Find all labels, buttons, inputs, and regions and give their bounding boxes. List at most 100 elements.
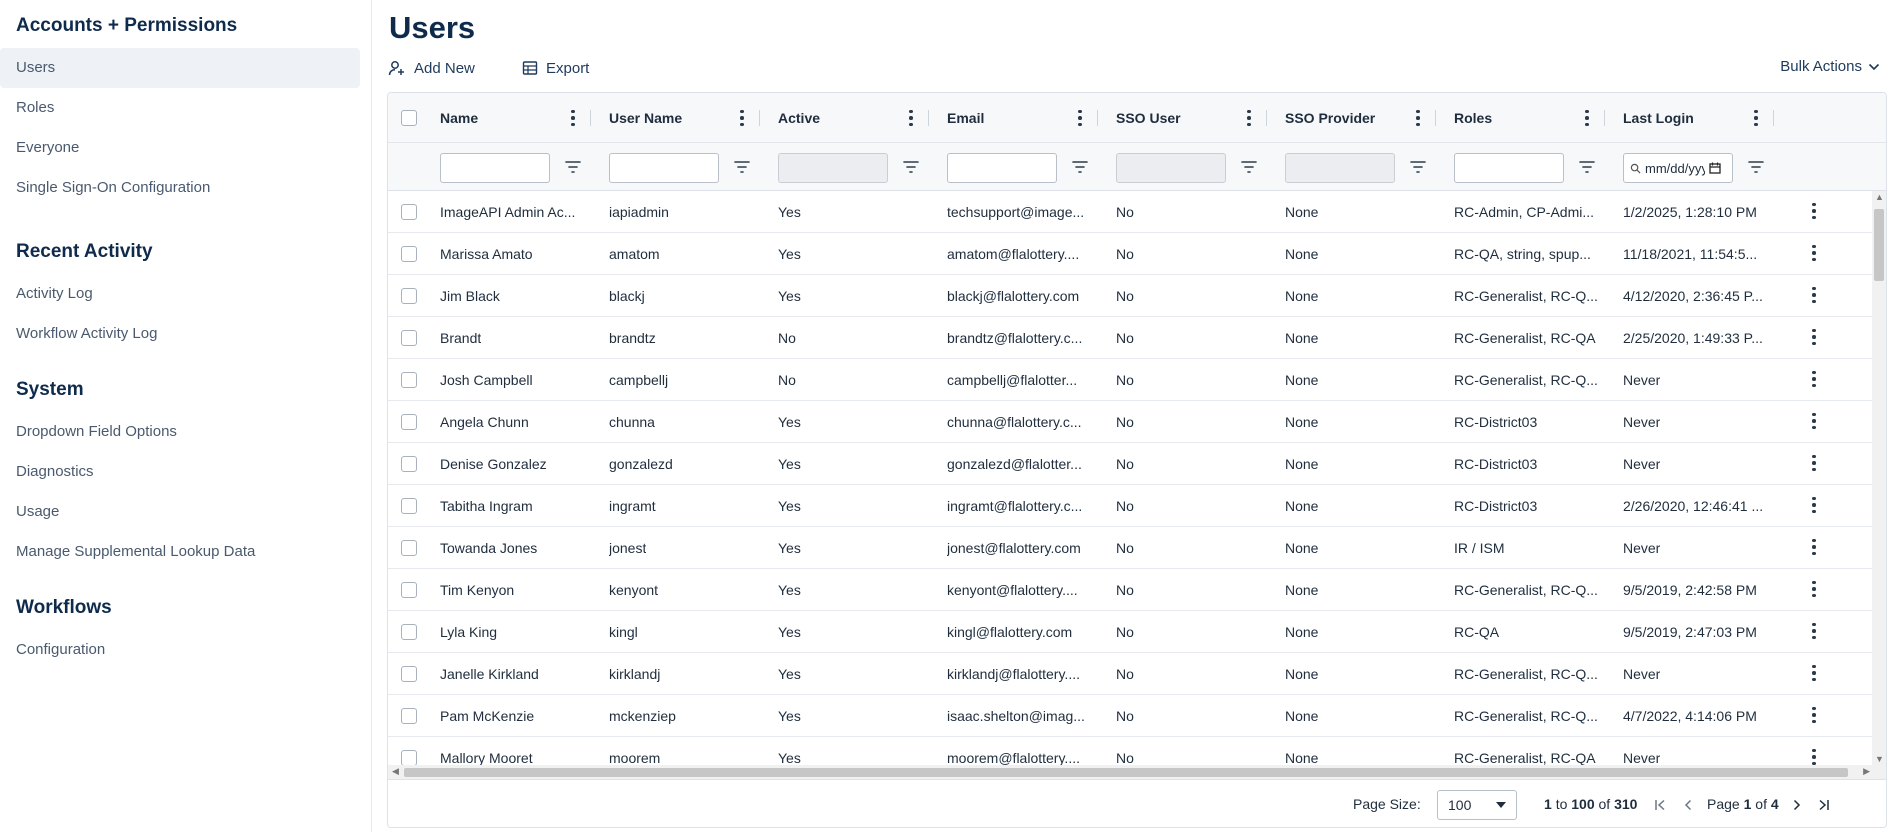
column-resize-handle[interactable] [1604,110,1605,126]
scroll-down-arrow[interactable]: ▼ [1875,754,1884,764]
last-page-button[interactable] [1816,796,1832,814]
column-menu-user-name-icon[interactable] [734,108,750,128]
row-checkbox[interactable] [401,665,417,682]
row-checkbox[interactable] [401,707,417,724]
bulk-actions-dropdown[interactable]: Bulk Actions [1780,58,1880,75]
row-actions-icon[interactable] [1806,201,1822,221]
filter-user-name-icon[interactable] [733,159,751,175]
column-resize-handle[interactable] [1097,110,1098,126]
table-row[interactable]: Mallory Mooret moorem Yes moorem@flalottery… [388,737,1886,765]
row-actions-icon[interactable] [1806,663,1822,683]
filter-sso-user-icon[interactable] [1240,159,1258,175]
vertical-scrollbar[interactable]: ▲ ▼ [1872,191,1886,765]
column-header-active[interactable]: Active [778,93,820,142]
row-actions-icon[interactable] [1806,453,1822,473]
column-menu-active-icon[interactable] [903,108,919,128]
table-row[interactable]: Tim Kenyon kenyont Yes kenyont@flalottery..… [388,569,1886,611]
sidebar-item-configuration[interactable]: Configuration [0,630,360,670]
table-row[interactable]: Pam McKenzie mckenziep Yes isaac.shelton@im… [388,695,1886,737]
filter-last-login-icon[interactable] [1747,159,1765,175]
column-resize-handle[interactable] [928,110,929,126]
table-row[interactable]: Towanda Jones jonest Yes jonest@flalottery.… [388,527,1886,569]
column-header-user-name[interactable]: User Name [609,93,682,142]
row-checkbox[interactable] [401,413,417,430]
column-resize-handle[interactable] [1773,110,1774,126]
row-checkbox[interactable] [401,329,417,346]
row-checkbox[interactable] [401,623,417,640]
row-actions-icon[interactable] [1806,327,1822,347]
sidebar-item-roles[interactable]: Roles [0,88,360,128]
vertical-scrollbar-thumb[interactable] [1874,209,1884,281]
table-row[interactable]: Angela Chunn chunna Yes chunna@flalottery.c… [388,401,1886,443]
row-actions-icon[interactable] [1806,411,1822,431]
filter-name-icon[interactable] [564,159,582,175]
sidebar-item-diagnostics[interactable]: Diagnostics [0,452,360,492]
column-resize-handle[interactable] [759,110,760,126]
table-row[interactable]: Brandt brandtz No brandtz@flalottery.c... No… [388,317,1886,359]
table-row[interactable]: Lyla King kingl Yes kingl@flalottery.com No N… [388,611,1886,653]
table-row[interactable]: Janelle Kirkland kirklandj Yes kirklandj@fl… [388,653,1886,695]
row-actions-icon[interactable] [1806,495,1822,515]
column-header-sso-provider[interactable]: SSO Provider [1285,93,1375,142]
row-actions-icon[interactable] [1806,705,1822,725]
scroll-right-arrow[interactable]: ▶ [1863,766,1870,777]
row-actions-icon[interactable] [1806,369,1822,389]
row-checkbox[interactable] [401,497,417,514]
column-header-last-login[interactable]: Last Login [1623,93,1694,142]
horizontal-scrollbar-thumb[interactable] [404,768,1848,777]
sidebar-item-single-sign-on-configuration[interactable]: Single Sign-On Configuration [0,168,360,208]
table-row[interactable]: Denise Gonzalez gonzalezd Yes gonzalezd@fla… [388,443,1886,485]
table-row[interactable]: Tabitha Ingram ingramt Yes ingramt@flalotte… [388,485,1886,527]
row-checkbox[interactable] [401,203,417,220]
row-checkbox[interactable] [401,287,417,304]
first-page-button[interactable] [1652,796,1668,814]
scroll-left-arrow[interactable]: ◀ [392,766,399,777]
filter-email-icon[interactable] [1071,159,1089,175]
column-header-email[interactable]: Email [947,93,984,142]
sidebar-item-everyone[interactable]: Everyone [0,128,360,168]
sidebar-item-activity-log[interactable]: Activity Log [0,274,360,314]
filter-last-login-date-input[interactable]: mm/dd/yyyy [1623,153,1733,183]
row-checkbox[interactable] [401,455,417,472]
sidebar-item-manage-supplemental-lookup-data[interactable]: Manage Supplemental Lookup Data [0,532,360,572]
table-row[interactable]: Josh Campbell campbellj No campbellj@flalot… [388,359,1886,401]
select-all-checkbox[interactable] [401,109,417,126]
column-resize-handle[interactable] [590,110,591,126]
sidebar-item-users[interactable]: Users [0,48,360,88]
next-page-button[interactable] [1789,796,1805,814]
row-checkbox[interactable] [401,245,417,262]
sidebar-item-usage[interactable]: Usage [0,492,360,532]
row-actions-icon[interactable] [1806,621,1822,641]
column-menu-last-login-icon[interactable] [1748,108,1764,128]
horizontal-scrollbar[interactable]: ◀ ▶ [388,765,1886,779]
row-checkbox[interactable] [401,371,417,388]
row-actions-icon[interactable] [1806,243,1822,263]
column-header-name[interactable]: Name [440,93,478,142]
column-resize-handle[interactable] [1266,110,1267,126]
row-checkbox[interactable] [401,539,417,556]
column-menu-sso-user-icon[interactable] [1241,108,1257,128]
add-new-button[interactable]: Add New [388,56,475,80]
page-size-select[interactable]: 100 [1437,790,1517,820]
row-actions-icon[interactable] [1806,285,1822,305]
column-menu-sso-provider-icon[interactable] [1410,108,1426,128]
row-actions-icon[interactable] [1806,747,1822,765]
column-menu-email-icon[interactable] [1072,108,1088,128]
row-actions-icon[interactable] [1806,537,1822,557]
calendar-icon[interactable] [1709,162,1721,174]
table-row[interactable]: Marissa Amato amatom Yes amatom@flalottery.… [388,233,1886,275]
sidebar-item-workflow-activity-log[interactable]: Workflow Activity Log [0,314,360,354]
filter-active-icon[interactable] [902,159,920,175]
filter-sso-provider-icon[interactable] [1409,159,1427,175]
column-header-roles[interactable]: Roles [1454,93,1492,142]
scroll-up-arrow[interactable]: ▲ [1875,192,1884,202]
column-header-sso-user[interactable]: SSO User [1116,93,1181,142]
row-actions-icon[interactable] [1806,579,1822,599]
previous-page-button[interactable] [1680,796,1696,814]
filter-name-input[interactable] [440,153,550,183]
filter-roles-input[interactable] [1454,153,1564,183]
export-button[interactable]: Export [522,56,589,80]
column-resize-handle[interactable] [1435,110,1436,126]
column-menu-roles-icon[interactable] [1579,108,1595,128]
row-checkbox[interactable] [401,581,417,598]
